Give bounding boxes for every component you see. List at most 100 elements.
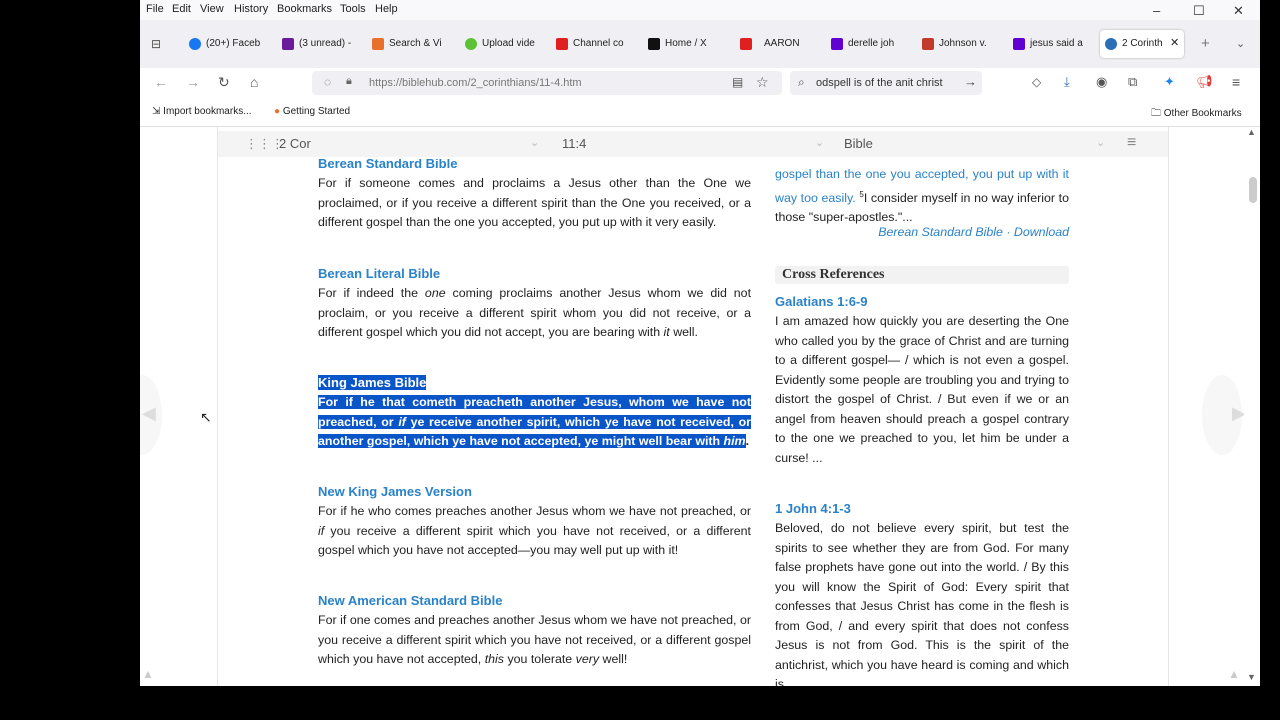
verse-text-bsb: For if someone comes and proclaims a Jes…	[318, 176, 751, 229]
page-body: ⋮⋮⋮ 2 Cor ⌄ 11:4 ⌄ Bible ⌄ ≡ Berean Stan…	[217, 127, 1169, 686]
tab-2-corinthians[interactable]: 2 Corinth ✕	[1100, 30, 1184, 58]
menu-view[interactable]: View	[200, 3, 224, 15]
hamburger-menu-icon[interactable]: ≡	[1232, 74, 1240, 90]
maximize-icon[interactable]: ☐	[1193, 3, 1205, 19]
menu-history[interactable]: History	[234, 3, 268, 15]
prev-verse-arrow[interactable]: ◀	[140, 375, 162, 455]
cross-ref-galatians[interactable]: Galatians 1:6-9	[775, 294, 868, 309]
lock-icon[interactable]: 🔒︎	[346, 75, 352, 88]
tab-jesus-said[interactable]: jesus said a	[1013, 30, 1085, 58]
scroll-up-icon[interactable]: ▲	[142, 667, 154, 681]
shield-icon[interactable]: ◌	[324, 75, 331, 89]
minimize-icon[interactable]: –	[1153, 3, 1160, 18]
tab-johnson[interactable]: Johnson v.	[922, 30, 994, 58]
search-input[interactable]: odspell is of the anit christ	[816, 77, 961, 89]
scroll-up-arrow-icon[interactable]: ▲	[1247, 127, 1256, 137]
getting-started-bookmark[interactable]: ● Getting Started	[274, 106, 350, 117]
scroll-down-arrow-icon[interactable]: ▼	[1247, 672, 1256, 682]
import-bookmarks[interactable]: ⇲ Import bookmarks...	[152, 106, 252, 117]
biblehub-icon	[1105, 38, 1117, 50]
book-select[interactable]: 2 Cor	[279, 136, 311, 151]
version-heading-nkjv[interactable]: New King James Version	[318, 484, 472, 499]
chevron-left-icon: ◀	[142, 403, 156, 423]
extensions-icon[interactable]: ⧉	[1128, 74, 1137, 90]
verse-text-nkjv: For if he who comes preaches another Jes…	[318, 504, 751, 557]
document-icon	[922, 38, 934, 50]
version-heading-blb[interactable]: Berean Literal Bible	[318, 266, 440, 281]
extension-puzzle-icon[interactable]: ✦	[1164, 74, 1175, 90]
search-bar[interactable]: ⌕ odspell is of the anit christ →	[790, 71, 982, 95]
tab-list-icon[interactable]: ⊟	[151, 37, 161, 51]
chevron-down-icon: ⌄	[1096, 137, 1106, 149]
tab-search[interactable]: Search & Vi	[372, 30, 444, 58]
tab-facebook[interactable]: (20+) Faceb	[189, 30, 261, 58]
account-icon[interactable]: ◉	[1096, 74, 1107, 90]
menu-bar: File Edit View History Bookmarks Tools H…	[140, 0, 1260, 20]
menu-file[interactable]: File	[146, 3, 164, 15]
scrollbar[interactable]: ▲ ▼	[1244, 127, 1260, 686]
page-content: ◀ ▶ ↖ ▲ ▲ ⋮⋮⋮ 2 Cor ⌄ 11:4 ⌄ Bible ⌄ ≡ B…	[140, 127, 1260, 686]
menu-bookmarks[interactable]: Bookmarks	[277, 3, 332, 15]
next-verse-arrow[interactable]: ▶	[1202, 375, 1246, 455]
version-heading-kjv[interactable]: King James Bible	[318, 375, 427, 390]
scrollbar-thumb[interactable]	[1249, 177, 1257, 203]
mouse-cursor-icon: ↖	[200, 409, 212, 425]
yahoo-icon	[1013, 38, 1025, 50]
context-text: gospel than the one you accepted, you pu…	[775, 167, 1069, 225]
import-icon: ⇲	[152, 106, 161, 117]
x-icon	[648, 38, 660, 50]
other-bookmarks[interactable]: 🗀 Other Bookmarks	[1151, 106, 1242, 123]
version-heading-bsb[interactable]: Berean Standard Bible	[318, 159, 457, 171]
cross-ref-1john[interactable]: 1 John 4:1-3	[775, 501, 851, 516]
tab-derelle[interactable]: derelle joh	[831, 30, 903, 58]
tab-x[interactable]: Home / X	[648, 30, 720, 58]
attribution-link[interactable]: Berean Standard Bible · Download	[775, 225, 1069, 239]
reload-icon[interactable]: ↻	[218, 74, 230, 91]
cross-references-header: Cross References	[775, 266, 1069, 284]
youtube-icon	[740, 38, 752, 50]
chevron-down-icon[interactable]: ⌄	[1236, 37, 1245, 50]
menu-help[interactable]: Help	[375, 3, 398, 15]
verse-text-nasb: For if one comes and preaches another Je…	[318, 613, 751, 666]
verse-text-kjv: For if he that cometh preacheth another …	[318, 395, 751, 448]
menu-edit[interactable]: Edit	[172, 3, 191, 15]
search-icon: ⌕	[798, 75, 805, 89]
firefox-icon: ●	[274, 106, 281, 117]
verse-select[interactable]: 11:4	[562, 136, 586, 151]
pocket-icon[interactable]: ◇	[1032, 75, 1041, 89]
folder-icon: 🗀	[1151, 108, 1161, 119]
tab-aaron[interactable]: AARON	[740, 30, 812, 58]
version-select[interactable]: Bible	[844, 136, 873, 151]
tab-bar: ⊟ (20+) Faceb (3 unread) - Search & Vi U…	[140, 20, 1260, 68]
home-icon[interactable]: ⌂	[250, 74, 258, 90]
verse-selector-bar: ⋮⋮⋮ 2 Cor ⌄ 11:4 ⌄ Bible ⌄ ≡	[218, 131, 1168, 157]
tab-upload[interactable]: Upload vide	[465, 30, 537, 58]
cross-ref-text-galatians: I am amazed how quickly you are desertin…	[775, 314, 1069, 465]
back-icon[interactable]: ←	[154, 74, 168, 90]
new-tab-icon[interactable]: +	[1201, 35, 1210, 52]
cross-ref-text-1john: Beloved, do not believe every spirit, bu…	[775, 521, 1069, 686]
scroll-up-icon-right[interactable]: ▲	[1228, 667, 1240, 681]
browser-window: File Edit View History Bookmarks Tools H…	[140, 0, 1260, 686]
url-text: https://biblehub.com/2_corinthians/11-4.…	[369, 77, 582, 89]
close-window-icon[interactable]: ✕	[1233, 3, 1244, 19]
navigation-toolbar: ← → ↻ ⌂ ◌ 🔒︎ https://biblehub.com/2_cori…	[140, 68, 1260, 98]
chevron-down-icon: ⌄	[815, 137, 825, 149]
download-icon[interactable]: ⤓	[1064, 74, 1070, 90]
tab-mail[interactable]: (3 unread) -	[282, 30, 354, 58]
bookmark-star-icon[interactable]: ☆	[756, 74, 769, 91]
megaphone-icon[interactable]: 📢︎	[1196, 74, 1213, 90]
yahoo-icon	[831, 38, 843, 50]
verse-text-blb: For if indeed the one coming proclaims a…	[318, 286, 752, 339]
forward-icon[interactable]: →	[186, 74, 200, 90]
search-video-icon	[372, 38, 384, 50]
url-bar[interactable]: ◌ 🔒︎ https://biblehub.com/2_corinthians/…	[312, 71, 782, 95]
menu-tools[interactable]: Tools	[340, 3, 366, 15]
search-go-icon[interactable]: →	[964, 74, 977, 89]
hamburger-menu-icon[interactable]: ≡	[1127, 134, 1136, 152]
version-heading-nasb[interactable]: New American Standard Bible	[318, 593, 502, 608]
close-tab-icon[interactable]: ✕	[1170, 36, 1179, 49]
reader-view-icon[interactable]: ▤	[732, 75, 743, 89]
tab-channel[interactable]: Channel co	[556, 30, 628, 58]
mail-icon	[282, 38, 294, 50]
